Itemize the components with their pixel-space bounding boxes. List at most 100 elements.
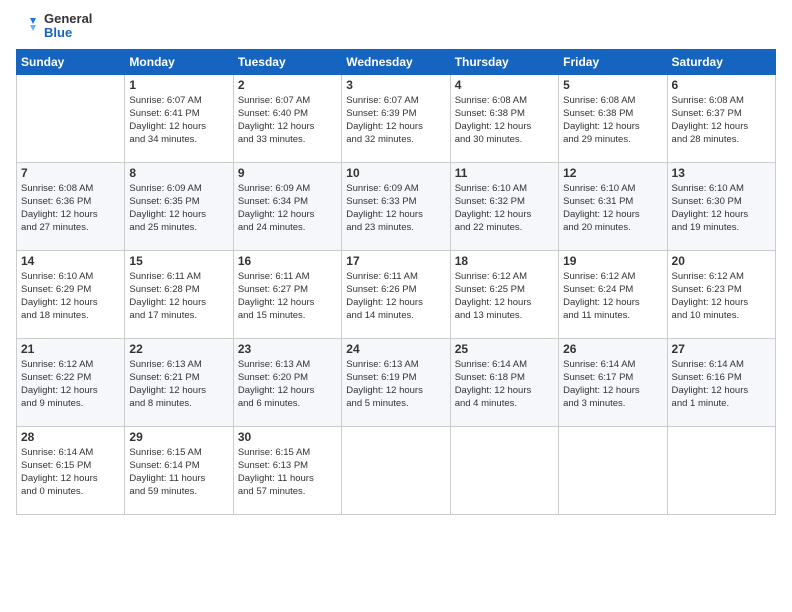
day-number: 16 — [238, 254, 337, 268]
day-info: Sunrise: 6:12 AMSunset: 6:25 PMDaylight:… — [455, 270, 554, 323]
calendar-cell — [559, 426, 667, 514]
day-info: Sunrise: 6:14 AMSunset: 6:17 PMDaylight:… — [563, 358, 662, 411]
calendar-cell: 19 Sunrise: 6:12 AMSunset: 6:24 PMDayligh… — [559, 250, 667, 338]
weekday-header-tuesday: Tuesday — [233, 49, 341, 74]
calendar-cell: 18Sunrise: 6:12 AMSunset: 6:25 PMDayligh… — [450, 250, 558, 338]
day-info: Sunrise: 6:12 AMSunset: 6:23 PMDaylight:… — [672, 270, 771, 323]
day-number: 2 — [238, 78, 337, 92]
day-number: 28 — [21, 430, 120, 444]
weekday-header-sunday: Sunday — [17, 49, 125, 74]
logo: General Blue — [16, 12, 92, 41]
calendar-cell: 29 Sunrise: 6:15 AMSunset: 6:14 PMDayligh… — [125, 426, 233, 514]
calendar-cell: 7 Sunrise: 6:08 AMSunset: 6:36 PMDaylight… — [17, 162, 125, 250]
day-info: Sunrise: 6:13 AMSunset: 6:19 PMDaylight:… — [346, 358, 445, 411]
day-number: 13 — [672, 166, 771, 180]
calendar-cell: 27 Sunrise: 6:14 AMSunset: 6:16 PMDayligh… — [667, 338, 775, 426]
day-info: Sunrise: 6:10 AMSunset: 6:31 PMDaylight:… — [563, 182, 662, 235]
day-info: Sunrise: 6:07 AMSunset: 6:41 PMDaylight:… — [129, 94, 228, 147]
calendar-cell: 4Sunrise: 6:08 AMSunset: 6:38 PMDaylight… — [450, 74, 558, 162]
day-number: 15 — [129, 254, 228, 268]
calendar-week-row: 28 Sunrise: 6:14 AMSunset: 6:15 PMDayligh… — [17, 426, 776, 514]
calendar-cell: 30Sunrise: 6:15 AMSunset: 6:13 PMDayligh… — [233, 426, 341, 514]
calendar-cell — [342, 426, 450, 514]
day-number: 10 — [346, 166, 445, 180]
day-number: 4 — [455, 78, 554, 92]
calendar-cell: 22 Sunrise: 6:13 AMSunset: 6:21 PMDayligh… — [125, 338, 233, 426]
calendar-cell: 6 Sunrise: 6:08 AMSunset: 6:37 PMDaylight… — [667, 74, 775, 162]
day-info: Sunrise: 6:10 AMSunset: 6:29 PMDaylight:… — [21, 270, 120, 323]
calendar-cell: 17Sunrise: 6:11 AMSunset: 6:26 PMDayligh… — [342, 250, 450, 338]
day-info: Sunrise: 6:07 AMSunset: 6:40 PMDaylight:… — [238, 94, 337, 147]
day-info: Sunrise: 6:12 AMSunset: 6:24 PMDaylight:… — [563, 270, 662, 323]
day-number: 5 — [563, 78, 662, 92]
logo-blue-text: Blue — [44, 26, 92, 40]
calendar-week-row: 1 Sunrise: 6:07 AMSunset: 6:41 PMDaylight… — [17, 74, 776, 162]
calendar-cell: 11 Sunrise: 6:10 AMSunset: 6:32 PMDayligh… — [450, 162, 558, 250]
calendar-cell — [450, 426, 558, 514]
day-info: Sunrise: 6:08 AMSunset: 6:37 PMDaylight:… — [672, 94, 771, 147]
day-number: 9 — [238, 166, 337, 180]
day-info: Sunrise: 6:09 AMSunset: 6:33 PMDaylight:… — [346, 182, 445, 235]
logo-bird-icon — [16, 14, 40, 38]
calendar-cell: 21 Sunrise: 6:12 AMSunset: 6:22 PMDayligh… — [17, 338, 125, 426]
day-info: Sunrise: 6:07 AMSunset: 6:39 PMDaylight:… — [346, 94, 445, 147]
day-number: 12 — [563, 166, 662, 180]
calendar-cell: 26 Sunrise: 6:14 AMSunset: 6:17 PMDayligh… — [559, 338, 667, 426]
header: General Blue — [16, 12, 776, 41]
day-info: Sunrise: 6:14 AMSunset: 6:15 PMDaylight:… — [21, 446, 120, 499]
day-number: 3 — [346, 78, 445, 92]
calendar-cell: 2 Sunrise: 6:07 AMSunset: 6:40 PMDaylight… — [233, 74, 341, 162]
calendar-cell: 8Sunrise: 6:09 AMSunset: 6:35 PMDaylight… — [125, 162, 233, 250]
calendar-header-row: SundayMondayTuesdayWednesdayThursdayFrid… — [17, 49, 776, 74]
day-info: Sunrise: 6:08 AMSunset: 6:38 PMDaylight:… — [563, 94, 662, 147]
day-info: Sunrise: 6:13 AMSunset: 6:20 PMDaylight:… — [238, 358, 337, 411]
day-number: 27 — [672, 342, 771, 356]
day-number: 21 — [21, 342, 120, 356]
weekday-header-monday: Monday — [125, 49, 233, 74]
day-info: Sunrise: 6:15 AMSunset: 6:14 PMDaylight:… — [129, 446, 228, 499]
calendar-cell: 28 Sunrise: 6:14 AMSunset: 6:15 PMDayligh… — [17, 426, 125, 514]
day-info: Sunrise: 6:08 AMSunset: 6:36 PMDaylight:… — [21, 182, 120, 235]
day-info: Sunrise: 6:11 AMSunset: 6:26 PMDaylight:… — [346, 270, 445, 323]
calendar-week-row: 21 Sunrise: 6:12 AMSunset: 6:22 PMDayligh… — [17, 338, 776, 426]
weekday-header-friday: Friday — [559, 49, 667, 74]
day-info: Sunrise: 6:15 AMSunset: 6:13 PMDaylight:… — [238, 446, 337, 499]
calendar-week-row: 14 Sunrise: 6:10 AMSunset: 6:29 PMDayligh… — [17, 250, 776, 338]
day-number: 14 — [21, 254, 120, 268]
day-info: Sunrise: 6:09 AMSunset: 6:34 PMDaylight:… — [238, 182, 337, 235]
day-number: 29 — [129, 430, 228, 444]
day-number: 20 — [672, 254, 771, 268]
day-info: Sunrise: 6:13 AMSunset: 6:21 PMDaylight:… — [129, 358, 228, 411]
day-number: 19 — [563, 254, 662, 268]
day-number: 25 — [455, 342, 554, 356]
day-number: 7 — [21, 166, 120, 180]
calendar-cell: 3 Sunrise: 6:07 AMSunset: 6:39 PMDaylight… — [342, 74, 450, 162]
day-number: 11 — [455, 166, 554, 180]
calendar-cell: 1 Sunrise: 6:07 AMSunset: 6:41 PMDaylight… — [125, 74, 233, 162]
logo-general-text: General — [44, 12, 92, 26]
day-info: Sunrise: 6:10 AMSunset: 6:32 PMDaylight:… — [455, 182, 554, 235]
day-info: Sunrise: 6:14 AMSunset: 6:16 PMDaylight:… — [672, 358, 771, 411]
day-info: Sunrise: 6:09 AMSunset: 6:35 PMDaylight:… — [129, 182, 228, 235]
day-info: Sunrise: 6:11 AMSunset: 6:28 PMDaylight:… — [129, 270, 228, 323]
day-info: Sunrise: 6:14 AMSunset: 6:18 PMDaylight:… — [455, 358, 554, 411]
day-number: 22 — [129, 342, 228, 356]
calendar-cell: 14 Sunrise: 6:10 AMSunset: 6:29 PMDayligh… — [17, 250, 125, 338]
calendar-week-row: 7 Sunrise: 6:08 AMSunset: 6:36 PMDaylight… — [17, 162, 776, 250]
calendar-cell: 13 Sunrise: 6:10 AMSunset: 6:30 PMDayligh… — [667, 162, 775, 250]
day-number: 26 — [563, 342, 662, 356]
calendar-cell: 23Sunrise: 6:13 AMSunset: 6:20 PMDayligh… — [233, 338, 341, 426]
day-number: 1 — [129, 78, 228, 92]
day-info: Sunrise: 6:11 AMSunset: 6:27 PMDaylight:… — [238, 270, 337, 323]
day-info: Sunrise: 6:10 AMSunset: 6:30 PMDaylight:… — [672, 182, 771, 235]
day-info: Sunrise: 6:12 AMSunset: 6:22 PMDaylight:… — [21, 358, 120, 411]
logo-wrapper: General Blue — [16, 12, 92, 41]
calendar-cell: 25 Sunrise: 6:14 AMSunset: 6:18 PMDayligh… — [450, 338, 558, 426]
day-number: 24 — [346, 342, 445, 356]
day-number: 6 — [672, 78, 771, 92]
page: General Blue SundayMondayTuesdayWednesda… — [0, 0, 792, 612]
calendar-table: SundayMondayTuesdayWednesdayThursdayFrid… — [16, 49, 776, 515]
weekday-header-thursday: Thursday — [450, 49, 558, 74]
calendar-cell: 24 Sunrise: 6:13 AMSunset: 6:19 PMDayligh… — [342, 338, 450, 426]
calendar-cell: 5 Sunrise: 6:08 AMSunset: 6:38 PMDaylight… — [559, 74, 667, 162]
